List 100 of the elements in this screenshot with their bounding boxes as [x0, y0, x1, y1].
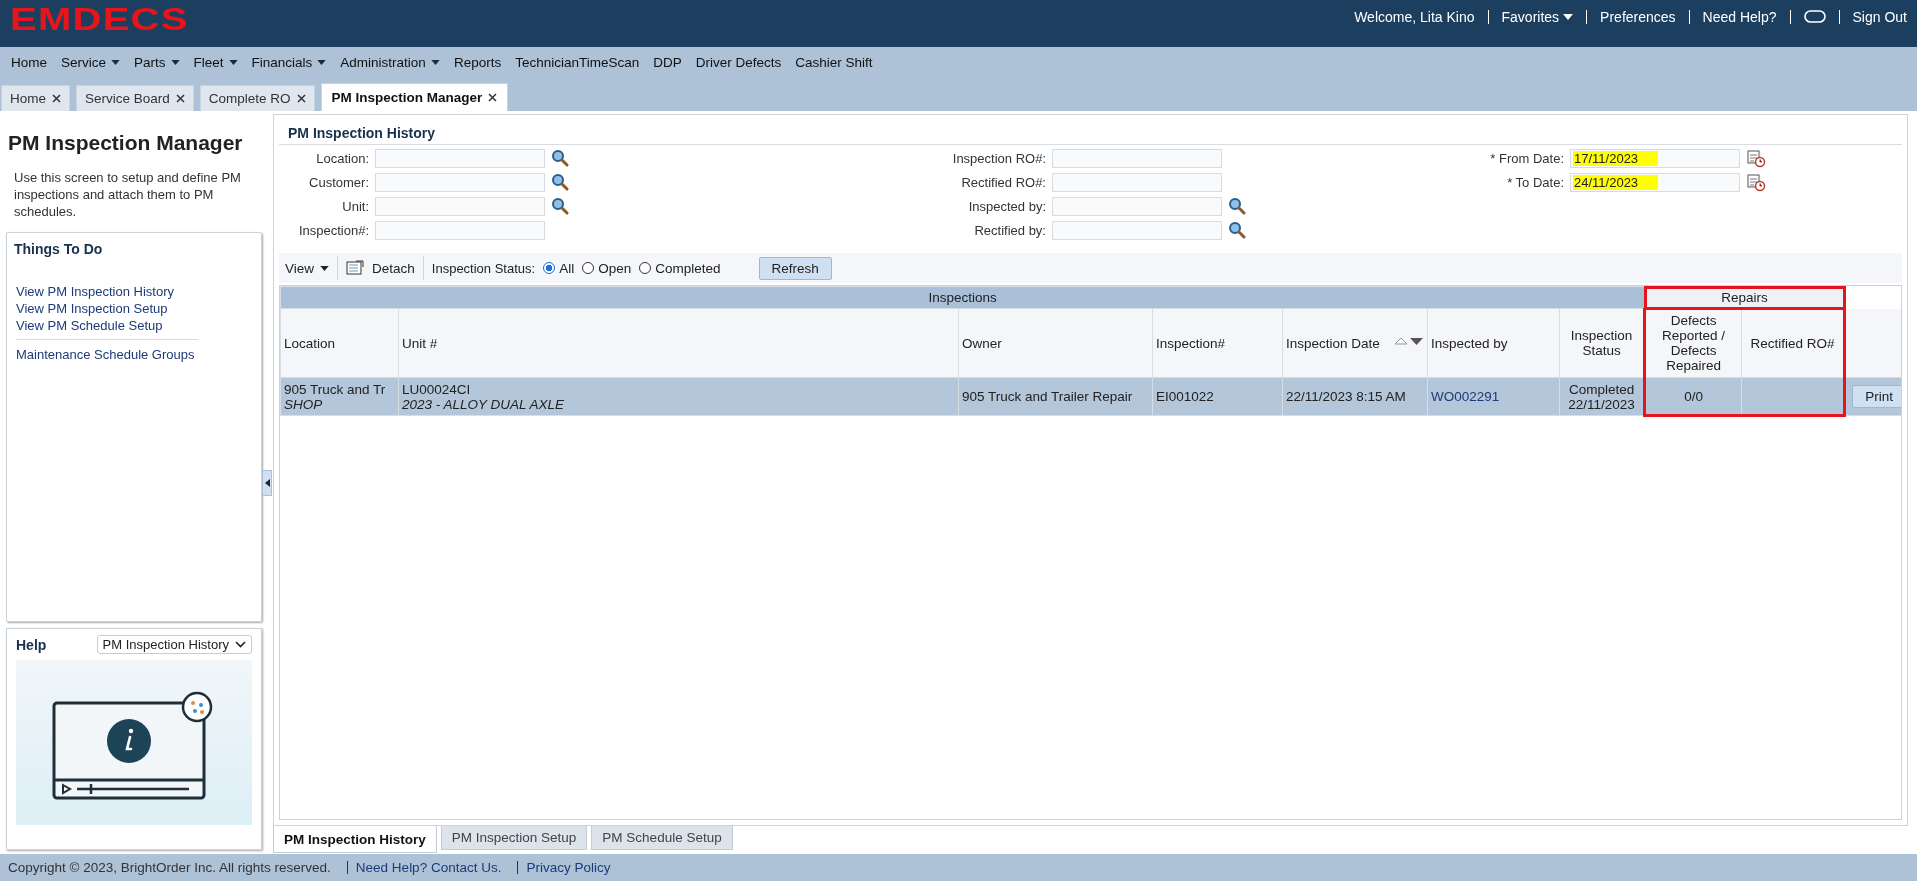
detach-icon[interactable]: [346, 260, 365, 276]
close-icon[interactable]: [52, 94, 61, 103]
app-logo: EMDECS: [10, 1, 189, 38]
column-header[interactable]: Inspection#: [1152, 308, 1283, 378]
refresh-button[interactable]: Refresh: [758, 256, 832, 280]
caret-icon: [1563, 13, 1574, 20]
menu-item[interactable]: DDP: [653, 54, 682, 70]
column-group-header: Inspections: [280, 286, 1645, 309]
filter-field[interactable]: [1052, 196, 1222, 216]
menu-item[interactable]: Cashier Shift: [795, 54, 873, 70]
field-label: * From Date:: [1489, 150, 1564, 166]
table-cell-text: EI001022: [1156, 389, 1215, 404]
filter-field[interactable]: [1052, 172, 1222, 192]
table-cell-text: Completed: [1567, 381, 1636, 397]
table-cell-text: LU00024CI: [402, 381, 472, 397]
table-cell-text: 22/11/2023: [1567, 396, 1636, 412]
column-header[interactable]: Location: [280, 308, 399, 378]
sidebar-description: Use this screen to setup and define PM inspections and attach them to PM schedules.: [14, 169, 242, 220]
date-field[interactable]: 24/11/2023: [1570, 172, 1740, 192]
table-cell-text: 2023 - ALLOY DUAL AXLE: [402, 396, 566, 412]
menu-item[interactable]: Driver Defects: [695, 54, 782, 70]
status-radio[interactable]: Completed: [639, 260, 721, 276]
menu-item[interactable]: TechnicianTimeScan: [515, 54, 640, 70]
field-label: Rectified RO#:: [960, 174, 1046, 190]
search-icon[interactable]: [551, 149, 569, 167]
menu-item[interactable]: Reports: [453, 54, 502, 70]
page-tab[interactable]: PM Inspection Manager: [320, 83, 509, 111]
search-icon[interactable]: [551, 173, 569, 191]
sub-tab[interactable]: PM Inspection Setup: [440, 826, 588, 850]
column-header[interactable]: Inspected by: [1427, 308, 1560, 378]
date-field[interactable]: 17/11/2023: [1570, 148, 1740, 168]
page-tab[interactable]: Service Board: [76, 85, 194, 111]
sub-tab[interactable]: PM Inspection History: [273, 826, 437, 853]
filter-field[interactable]: [1052, 148, 1222, 168]
table-cell-text: SHOP: [284, 396, 324, 412]
field-label: Rectified by:: [973, 222, 1046, 238]
caret-icon: [320, 265, 330, 271]
view-menu[interactable]: View: [285, 260, 330, 276]
detach-button[interactable]: Detach: [372, 260, 415, 276]
column-header[interactable]: Inspection Status: [1559, 308, 1645, 378]
page-tab[interactable]: Home: [1, 85, 70, 111]
field-label: Inspection#:: [297, 222, 369, 238]
filter-field[interactable]: [1052, 220, 1222, 240]
table-link[interactable]: WO002291: [1431, 389, 1500, 404]
close-icon[interactable]: [296, 94, 306, 103]
column-header[interactable]: Defects Reported / Defects Repaired: [1644, 308, 1742, 378]
print-button[interactable]: Print: [1852, 385, 1901, 408]
filter-field[interactable]: [375, 148, 545, 168]
close-icon[interactable]: [488, 93, 498, 102]
menu-item[interactable]: Administration: [340, 54, 440, 70]
footer-link[interactable]: Privacy Policy: [526, 860, 611, 875]
menu-item[interactable]: Home: [11, 54, 47, 70]
table-cell-text: 22/11/2023 8:15 AM: [1286, 389, 1407, 404]
sub-tab[interactable]: PM Schedule Setup: [591, 826, 733, 850]
header-link[interactable]: Preferences: [1600, 8, 1676, 25]
sidebar-link[interactable]: Maintenance Schedule Groups: [16, 347, 195, 362]
menu-item[interactable]: Parts: [134, 54, 180, 70]
help-topic-select[interactable]: PM Inspection History: [96, 635, 252, 654]
field-label: Inspected by:: [967, 198, 1046, 214]
table-cell-text: 905 Truck and Trailer Repair: [962, 389, 1134, 404]
column-header[interactable]: Inspection Date: [1282, 308, 1428, 378]
column-header[interactable]: Rectified RO#: [1741, 308, 1845, 378]
filter-field[interactable]: [375, 196, 545, 216]
sidebar-link[interactable]: View PM Schedule Setup: [16, 318, 163, 333]
collapse-handle[interactable]: [262, 469, 272, 496]
column-header[interactable]: Unit #: [398, 308, 959, 378]
filter-field[interactable]: [375, 220, 545, 240]
panel-title: PM Inspection History: [279, 121, 1902, 145]
help-video-thumbnail[interactable]: [16, 660, 252, 825]
sidebar-link[interactable]: View PM Inspection Setup: [16, 301, 168, 316]
status-filter-label: Inspection Status:: [431, 260, 536, 276]
table-cell-text: 0/0: [1683, 388, 1704, 404]
calendar-icon[interactable]: [1746, 172, 1766, 192]
field-label: Location:: [315, 150, 369, 166]
status-radio[interactable]: Open: [582, 260, 632, 276]
sort-icon[interactable]: [1394, 335, 1424, 346]
status-radio[interactable]: All: [543, 260, 575, 276]
footer-link[interactable]: Need Help? Contact Us.: [355, 860, 502, 875]
header-link[interactable]: Need Help?: [1702, 8, 1777, 25]
panel-title: Things To Do: [14, 241, 104, 257]
field-label: Customer:: [308, 174, 369, 190]
search-icon[interactable]: [1228, 197, 1246, 215]
search-icon[interactable]: [551, 197, 569, 215]
column-header[interactable]: Owner: [958, 308, 1153, 378]
sidebar-link[interactable]: View PM Inspection History: [16, 284, 174, 299]
field-label: * To Date:: [1506, 174, 1564, 190]
menu-item[interactable]: Financials: [251, 54, 327, 70]
field-label: Unit:: [341, 198, 369, 214]
copyright-text: Copyright © 2023, BrightOrder Inc. All rights reserved.: [8, 860, 331, 875]
header-link[interactable]: Sign Out: [1852, 8, 1907, 25]
calendar-icon[interactable]: [1746, 148, 1766, 168]
menu-item[interactable]: Fleet: [193, 54, 238, 70]
favorites-menu[interactable]: Favorites: [1501, 8, 1574, 25]
table-cell-text: 905 Truck and Tr: [284, 381, 387, 397]
filter-field[interactable]: [375, 172, 545, 192]
search-icon[interactable]: [1228, 221, 1246, 239]
menu-item[interactable]: Service: [61, 54, 121, 70]
welcome-text: Welcome, Lita Kino: [1354, 8, 1475, 25]
close-icon[interactable]: [175, 94, 185, 103]
page-tab[interactable]: Complete RO: [199, 85, 315, 111]
